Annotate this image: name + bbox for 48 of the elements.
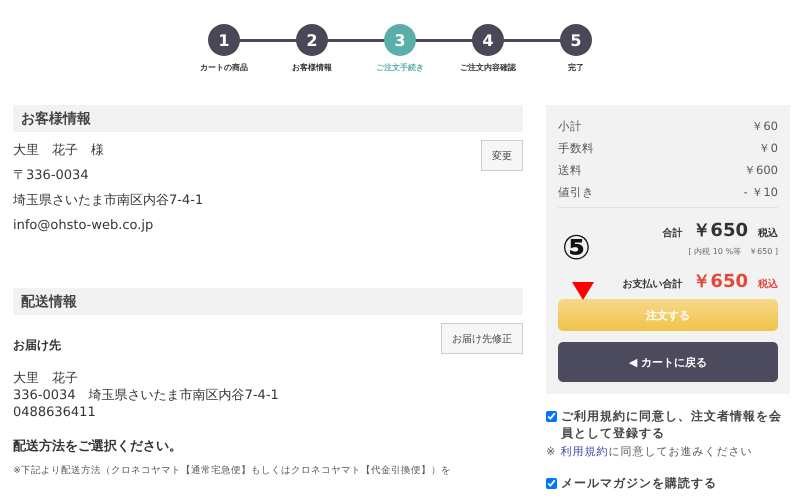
customer-info-text: 埼玉県さいたま市南区内谷7-4-1 <box>13 192 204 210</box>
agreement-checkbox-label[interactable]: メールマガジンを購読する <box>546 475 790 492</box>
customer-info-text: 〒336-0034 <box>13 167 90 185</box>
section-heading: 配送情報 <box>13 288 523 315</box>
section-heading: お客様情報 <box>13 105 523 132</box>
step-label: ご注文内容確認 <box>460 62 516 73</box>
checkbox[interactable] <box>546 478 557 489</box>
tax-note: [ 内税 10 %等 ￥650 ] <box>688 246 778 257</box>
summary-label: 手数料 <box>558 140 594 157</box>
summary-value: ￥60 <box>751 118 778 135</box>
tax-included-label: 税込 <box>758 278 778 291</box>
back-to-cart-button[interactable]: ◀ カートに戻る <box>558 342 778 382</box>
delivery-address-text: 0488636411 <box>13 404 97 421</box>
step-label: お客様情報 <box>292 62 332 73</box>
total-amount: ￥650 <box>692 219 748 242</box>
annotation-arrow-icon <box>572 282 594 300</box>
payment-total-label: お支払い合計 <box>622 278 682 291</box>
step-circle: 3 <box>384 24 416 56</box>
step-circle: 2 <box>296 24 328 56</box>
annotation-number: ⑤ <box>562 231 591 265</box>
summary-label: 小計 <box>558 118 582 135</box>
summary-label: 値引き <box>558 184 594 201</box>
summary-value: ￥600 <box>744 162 778 179</box>
step-circle: 5 <box>560 24 592 56</box>
shipping-method-heading: 配送方法をご選択ください。 <box>13 438 183 455</box>
agreement-checkbox-label[interactable]: ご利用規約に同意し、注文者情報を会員として登録する <box>546 408 790 442</box>
payment-total-amount: ￥650 <box>692 270 748 293</box>
step-label: ご注文手続き <box>376 62 424 73</box>
summary-value: ￥0 <box>758 140 778 157</box>
terms-note: ※ 利用規約 に同意してお進みください <box>546 444 754 459</box>
delivery-address-text: 336-0034 埼玉県さいたま市南区内谷7-4-1 <box>13 387 280 404</box>
delivery-address-text: 大里 花子 <box>13 370 79 387</box>
terms-link[interactable]: 利用規約 <box>560 445 609 458</box>
step-label: 完了 <box>568 62 584 73</box>
delivery-subheading: お届け先 <box>13 337 61 354</box>
edit-delivery-button[interactable]: お届け先修正 <box>441 323 523 354</box>
step-label: カートの商品 <box>200 62 248 73</box>
tax-included-label: 税込 <box>758 226 778 240</box>
total-label: 合計 <box>662 226 682 240</box>
summary-label: 送料 <box>558 162 582 179</box>
customer-info-text: info@ohsto-web.co.jp <box>13 217 154 235</box>
step-circle: 1 <box>208 24 240 56</box>
shipping-note: ※下記より配送方法（クロネコヤマト【通常宅急便】もしくはクロネコヤマト【代金引換便】）を <box>13 464 452 477</box>
checkbox[interactable] <box>546 411 557 422</box>
summary-value: - ￥10 <box>744 184 778 201</box>
change-button[interactable]: 変更 <box>481 140 523 171</box>
step-circle: 4 <box>472 24 504 56</box>
customer-info-text: 大里 花子 様 <box>13 142 105 160</box>
